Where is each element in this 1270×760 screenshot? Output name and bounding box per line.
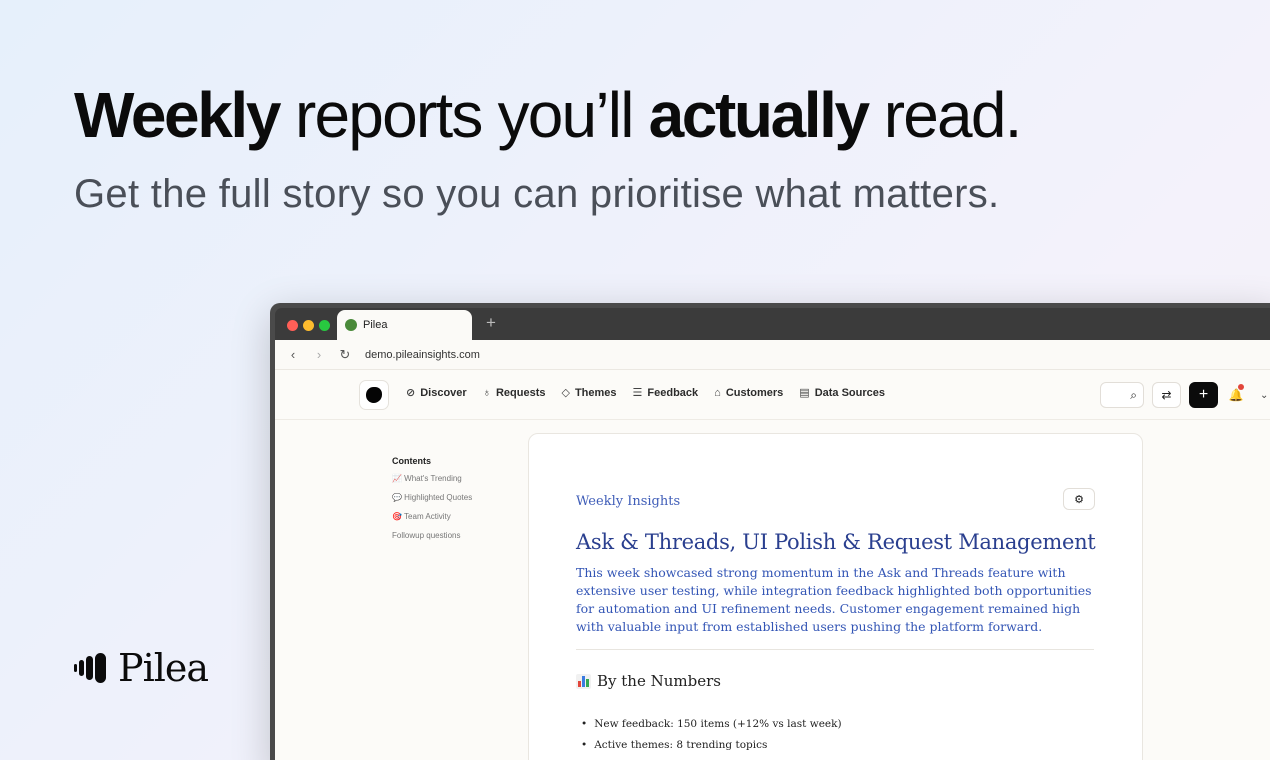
nav-item-customers[interactable]: ⌂ Customers — [714, 386, 783, 399]
new-tab-icon[interactable]: + — [486, 313, 496, 333]
hero-headline: Weekly reports you’ll actually read. — [74, 78, 1023, 152]
notification-dot — [1238, 384, 1244, 390]
table-of-contents: Contents 📈 What's Trending 💬 Highlighted… — [392, 456, 472, 550]
chevron-down-icon[interactable]: ⌄ — [1260, 390, 1268, 401]
list-item: New feedback: 150 items (+12% vs last we… — [581, 718, 841, 730]
nav-label: Themes — [574, 386, 617, 399]
reload-icon[interactable]: ↻ — [339, 347, 351, 363]
maximize-window-button[interactable] — [319, 320, 330, 331]
toc-title: Contents — [392, 456, 431, 466]
brand-name: Pilea — [118, 646, 209, 690]
tab-title: Pilea — [363, 319, 388, 331]
nav-label: Feedback — [647, 386, 699, 399]
app-logo-button[interactable] — [359, 380, 389, 410]
report-card: Weekly Insights ⚙ Ask & Threads, UI Poli… — [528, 433, 1143, 760]
toc-item-quotes[interactable]: 💬 Highlighted Quotes — [392, 493, 472, 502]
headline-text: reports you’ll — [279, 79, 649, 151]
bar-chart-icon — [576, 673, 591, 689]
pilea-logo-icon — [366, 387, 382, 403]
numbers-heading-text: By the Numbers — [597, 672, 721, 690]
sync-icon: ⇄ — [1161, 388, 1172, 402]
bell-icon: 🔔 — [1228, 388, 1244, 402]
list-icon: ☰ — [632, 387, 643, 399]
nav-item-themes[interactable]: ◇ Themes — [561, 386, 617, 400]
search-button[interactable]: ⌕ — [1100, 382, 1144, 408]
headline-bold-actually: actually — [648, 79, 871, 151]
plus-icon: + — [1198, 386, 1209, 403]
back-icon[interactable]: ‹ — [287, 347, 299, 362]
close-window-button[interactable] — [287, 320, 298, 331]
settings-button[interactable]: ⚙ — [1063, 488, 1095, 510]
notifications-button[interactable]: 🔔 — [1226, 384, 1246, 402]
gear-icon: ⚙ — [1074, 492, 1084, 506]
search-icon: ⌕ — [1130, 387, 1137, 402]
divider — [576, 649, 1094, 650]
numbers-heading: By the Numbers — [576, 672, 721, 690]
nav-item-requests[interactable]: ♁ Requests — [483, 386, 546, 399]
nav-tools: ⌕ ⇄ + 🔔 ⌄ — [1100, 382, 1268, 408]
pilea-favicon-icon — [345, 319, 357, 331]
compass-icon: ⊘ — [406, 387, 416, 399]
nav-label: Customers — [725, 386, 784, 399]
headline-text-end: read. — [867, 79, 1023, 151]
nav-item-discover[interactable]: ⊘ Discover — [406, 386, 467, 400]
url-field[interactable]: demo.pileainsights.com — [365, 349, 480, 361]
sync-button[interactable]: ⇄ — [1152, 382, 1181, 408]
database-icon: ▤ — [799, 387, 810, 399]
stats-list: New feedback: 150 items (+12% vs last we… — [581, 718, 842, 760]
nav-menu: ⊘ Discover ♁ Requests ◇ Themes ☰ Feedback ⌂ C… — [406, 386, 885, 400]
toc-item-trending[interactable]: 📈 What's Trending — [392, 474, 472, 483]
tag-icon: ◇ — [561, 387, 570, 399]
list-item: Active themes: 8 trending topics — [581, 739, 842, 751]
report-summary: This week showcased strong momentum in t… — [576, 565, 1092, 634]
toc-item-followup[interactable]: Followup questions — [392, 531, 472, 540]
nav-label: Requests — [495, 386, 546, 399]
app-page: ⊘ Discover ♁ Requests ◇ Themes ☰ Feedback ⌂ C… — [275, 370, 1270, 760]
pilea-waves-icon — [74, 653, 106, 683]
app-topnav: ⊘ Discover ♁ Requests ◇ Themes ☰ Feedback ⌂ C… — [275, 370, 1270, 420]
brand-logo: Pilea — [74, 646, 209, 690]
browser-window: Pilea + ‹ › ↻ demo.pileainsights.com ⊘ Di… — [270, 303, 1270, 760]
nav-item-feedback[interactable]: ☰ Feedback — [632, 386, 699, 400]
browser-tabbar: Pilea + — [275, 308, 1270, 340]
toc-item-team-activity[interactable]: 🎯 Team Activity — [392, 512, 472, 521]
nav-label: Discover — [420, 386, 467, 399]
report-kicker: Weekly Insights — [576, 494, 681, 509]
report-title: Ask & Threads, UI Polish & Request Manag… — [576, 530, 1096, 554]
nav-label: Data Sources — [814, 386, 885, 399]
browser-tab[interactable]: Pilea — [337, 310, 472, 340]
add-button[interactable]: + — [1189, 382, 1218, 408]
forward-icon[interactable]: › — [313, 347, 325, 362]
address-bar: ‹ › ↻ demo.pileainsights.com — [275, 340, 1270, 370]
minimize-window-button[interactable] — [303, 320, 314, 331]
nav-item-data-sources[interactable]: ▤ Data Sources — [799, 386, 885, 400]
headline-bold-weekly: Weekly — [74, 79, 281, 151]
lightbulb-icon: ♁ — [482, 386, 491, 399]
building-icon: ⌂ — [714, 386, 721, 399]
hero-subline: Get the full story so you can prioritise… — [74, 172, 1000, 216]
